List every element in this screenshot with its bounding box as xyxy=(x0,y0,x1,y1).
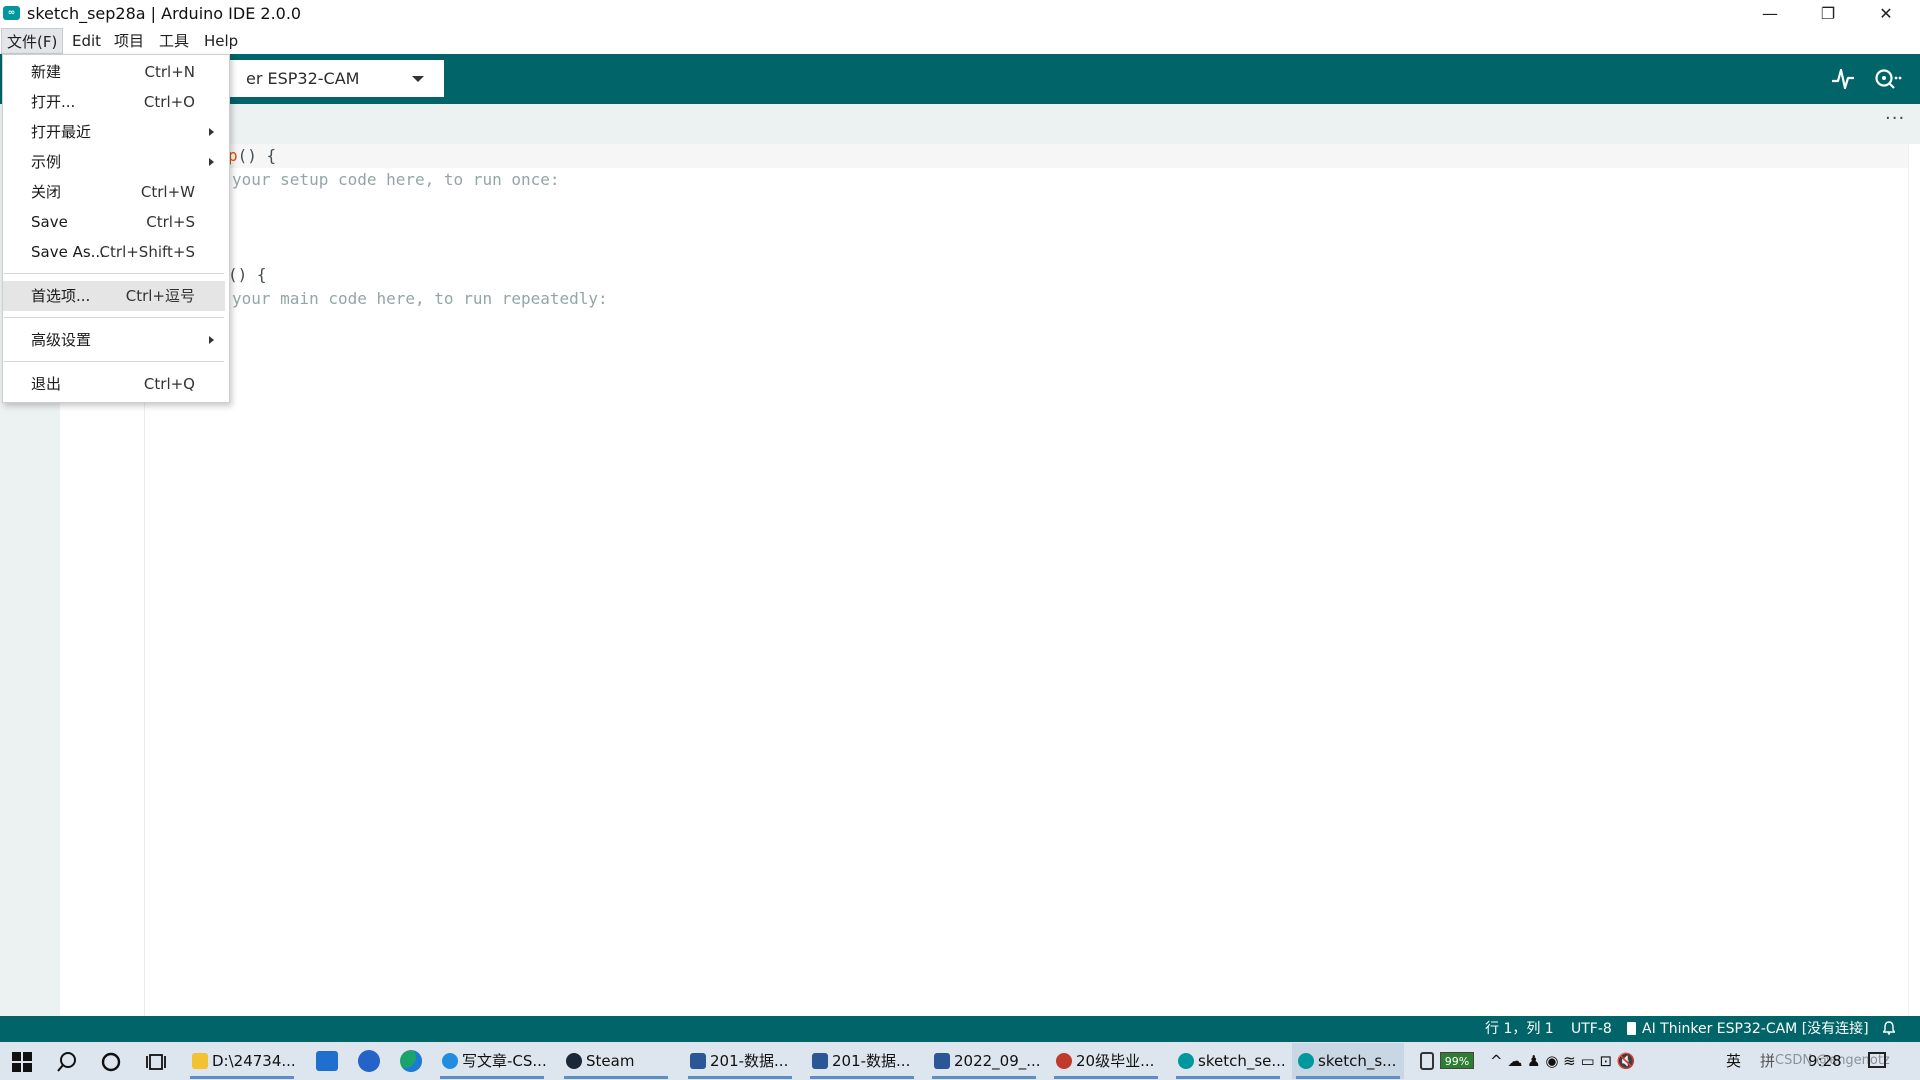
clock[interactable]: 9:28 xyxy=(1808,1042,1842,1080)
word-icon xyxy=(690,1053,706,1069)
battery-indicator[interactable]: 99% xyxy=(1440,1052,1474,1069)
menu-item-open-recent[interactable]: 打开最近 xyxy=(3,117,225,147)
maximize-icon: ❐ xyxy=(1820,4,1836,23)
code-line-4: your main code here, to run repeatedly: xyxy=(232,289,608,308)
document-icon xyxy=(934,1053,950,1069)
menu-sketch[interactable]: 项目 xyxy=(109,28,149,54)
menu-item-preferences[interactable]: 首选项... Ctrl+逗号 xyxy=(3,281,225,311)
taskbar-app-word-2[interactable]: 201-数据... xyxy=(806,1043,918,1079)
menu-item-close[interactable]: 关闭 Ctrl+W xyxy=(3,177,225,207)
menu-item-open[interactable]: 打开... Ctrl+O xyxy=(3,87,225,117)
taskbar-app-arduino-1[interactable]: sketch_se... xyxy=(1172,1043,1286,1079)
browser-icon xyxy=(442,1053,458,1069)
taskbar-app-steam[interactable]: Steam xyxy=(560,1043,672,1079)
menu-separator xyxy=(4,361,224,362)
menu-item-quit[interactable]: 退出 Ctrl+Q xyxy=(3,369,225,399)
arduino-logo-icon: ∞ xyxy=(3,6,20,20)
word-icon xyxy=(812,1053,828,1069)
edge-browser-icon[interactable] xyxy=(400,1050,422,1072)
chevron-down-icon xyxy=(412,76,424,82)
menu-help[interactable]: Help xyxy=(199,28,243,54)
serial-monitor-icon[interactable] xyxy=(1872,66,1902,92)
windows-start-icon[interactable] xyxy=(12,1052,32,1072)
taskbar-app-explorer[interactable]: D:\24734... xyxy=(186,1043,298,1079)
maximize-button[interactable]: ❐ xyxy=(1799,0,1857,28)
close-icon: ✕ xyxy=(1879,4,1893,23)
taskbar-app-graduation[interactable]: 20级毕业... xyxy=(1050,1043,1162,1079)
menu-item-examples[interactable]: 示例 xyxy=(3,147,225,177)
ime-indicator[interactable]: 英 xyxy=(1726,1042,1741,1080)
window-title: sketch_sep28a | Arduino IDE 2.0.0 xyxy=(27,4,302,23)
task-view-icon[interactable] xyxy=(145,1051,167,1073)
ime-mode-indicator[interactable]: 拼 xyxy=(1760,1042,1775,1080)
editor-tab-bar xyxy=(60,104,1920,144)
menu-item-advanced[interactable]: 高级设置 xyxy=(3,325,225,355)
folder-icon xyxy=(192,1053,208,1069)
more-options-icon[interactable]: ··· xyxy=(1885,108,1905,129)
board-chip-icon xyxy=(1627,1022,1636,1035)
minimize-button[interactable]: — xyxy=(1741,0,1799,28)
chevron-right-icon xyxy=(209,336,214,344)
menu-item-save[interactable]: Save Ctrl+S xyxy=(3,207,225,237)
cortana-icon[interactable] xyxy=(100,1051,122,1073)
search-icon[interactable] xyxy=(56,1051,78,1073)
app-icon xyxy=(1056,1053,1072,1069)
code-line-2: your setup code here, to run once: xyxy=(232,170,560,189)
chevron-right-icon xyxy=(209,158,214,166)
taskbar-app-word-1[interactable]: 201-数据... xyxy=(684,1043,796,1079)
code-line-3: () { xyxy=(228,265,267,284)
menu-tools[interactable]: 工具 xyxy=(154,28,194,54)
chevron-right-icon xyxy=(209,128,214,136)
arduino-icon xyxy=(1298,1053,1314,1069)
menu-item-save-as[interactable]: Save As... Ctrl+Shift+S xyxy=(3,237,225,267)
board-status[interactable]: AI Thinker ESP32-CAM [没有连接] xyxy=(1642,1016,1869,1042)
steam-icon xyxy=(566,1053,582,1069)
menu-item-new[interactable]: 新建 Ctrl+N xyxy=(3,57,225,87)
menu-file[interactable]: 文件(F) xyxy=(1,28,64,54)
taskbar-app-visio[interactable]: 2022_09_... xyxy=(928,1043,1041,1079)
minimize-icon: — xyxy=(1762,4,1778,23)
file-encoding[interactable]: UTF-8 xyxy=(1571,1016,1612,1042)
code-line-1: p() { xyxy=(228,146,277,165)
menu-bar xyxy=(0,28,1920,54)
taskbar-app-browser-csdn[interactable]: 写文章-CS... xyxy=(436,1043,548,1079)
close-button[interactable]: ✕ xyxy=(1857,0,1915,28)
system-tray-icons[interactable]: ^ ☁ ♟ ◉ ≋ ▭ ⊡ 🔇 xyxy=(1490,1042,1635,1080)
serial-plotter-icon[interactable] xyxy=(1830,66,1856,92)
current-line-highlight xyxy=(145,144,1910,168)
cursor-position[interactable]: 行 1，列 1 xyxy=(1485,1016,1554,1042)
lenovo-app-icon[interactable] xyxy=(358,1050,380,1072)
menu-separator xyxy=(4,317,224,318)
board-selector-label: er ESP32-CAM xyxy=(246,69,360,88)
power-plug-icon[interactable] xyxy=(1420,1052,1434,1070)
mail-icon[interactable] xyxy=(316,1051,338,1071)
action-center-icon[interactable] xyxy=(1868,1052,1886,1068)
taskbar-app-arduino-2[interactable]: sketch_s... xyxy=(1292,1043,1404,1079)
menu-separator xyxy=(4,273,224,274)
menu-edit[interactable]: Edit xyxy=(67,28,106,54)
code-editor[interactable] xyxy=(145,144,1905,1016)
arduino-icon xyxy=(1178,1053,1194,1069)
notification-bell-icon[interactable] xyxy=(1883,1021,1895,1035)
editor-scrollbar[interactable] xyxy=(1908,144,1920,1016)
